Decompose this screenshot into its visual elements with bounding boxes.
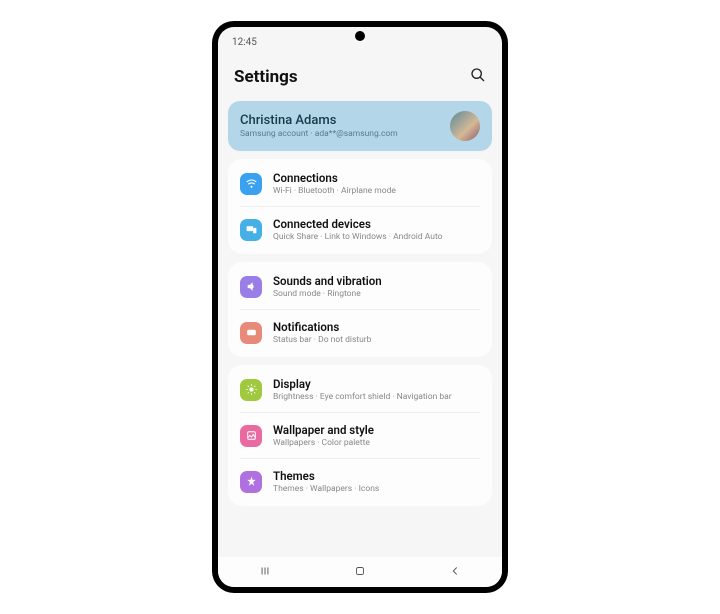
item-title: Connected devices <box>273 217 443 231</box>
devices-icon <box>240 219 262 241</box>
settings-item-display[interactable]: Display Brightness · Eye comfort shield … <box>228 367 492 412</box>
front-camera <box>355 31 365 41</box>
settings-item-sounds[interactable]: Sounds and vibration Sound mode · Ringto… <box>228 264 492 309</box>
status-time: 12:45 <box>232 37 257 48</box>
item-title: Themes <box>273 469 379 483</box>
wifi-icon <box>240 173 262 195</box>
item-title: Connections <box>273 171 396 185</box>
item-subtitle: Quick Share · Link to Windows · Android … <box>273 232 443 242</box>
item-subtitle: Sound mode · Ringtone <box>273 289 382 299</box>
nav-back-button[interactable] <box>448 563 462 582</box>
item-title: Sounds and vibration <box>273 274 382 288</box>
page-header: Settings <box>218 53 502 97</box>
item-subtitle: Status bar · Do not disturb <box>273 335 371 345</box>
sound-icon <box>240 276 262 298</box>
item-title: Wallpaper and style <box>273 423 374 437</box>
account-subtitle: Samsung account · ada**@samsung.com <box>240 129 398 139</box>
navigation-bar <box>218 557 502 587</box>
content-scroll[interactable]: 12:45 Settings <box>218 27 502 557</box>
settings-group: Sounds and vibration Sound mode · Ringto… <box>228 262 492 357</box>
settings-item-wallpaper[interactable]: Wallpaper and style Wallpapers · Color p… <box>240 412 480 458</box>
page-title: Settings <box>234 67 298 87</box>
settings-group: Display Brightness · Eye comfort shield … <box>228 365 492 506</box>
avatar <box>450 111 480 141</box>
item-subtitle: Themes · Wallpapers · Icons <box>273 484 379 494</box>
screen: 12:45 Settings <box>218 27 502 587</box>
settings-item-connections[interactable]: Connections Wi-Fi · Bluetooth · Airplane… <box>228 161 492 206</box>
item-title: Notifications <box>273 320 371 334</box>
item-subtitle: Brightness · Eye comfort shield · Naviga… <box>273 392 452 402</box>
item-title: Display <box>273 377 452 391</box>
account-name: Christina Adams <box>240 113 398 128</box>
search-button[interactable] <box>470 67 486 87</box>
notification-icon <box>240 322 262 344</box>
settings-item-connected-devices[interactable]: Connected devices Quick Share · Link to … <box>240 206 480 252</box>
themes-icon <box>240 471 262 493</box>
settings-item-themes[interactable]: Themes Themes · Wallpapers · Icons <box>240 458 480 504</box>
account-card[interactable]: Christina Adams Samsung account · ada**@… <box>228 101 492 151</box>
settings-item-notifications[interactable]: Notifications Status bar · Do not distur… <box>240 309 480 355</box>
display-icon <box>240 379 262 401</box>
settings-group: Connections Wi-Fi · Bluetooth · Airplane… <box>228 159 492 254</box>
item-subtitle: Wallpapers · Color palette <box>273 438 374 448</box>
phone-frame: 12:45 Settings <box>212 21 508 593</box>
nav-recents-button[interactable] <box>258 563 272 582</box>
item-subtitle: Wi-Fi · Bluetooth · Airplane mode <box>273 186 396 196</box>
wallpaper-icon <box>240 425 262 447</box>
nav-home-button[interactable] <box>353 563 367 582</box>
